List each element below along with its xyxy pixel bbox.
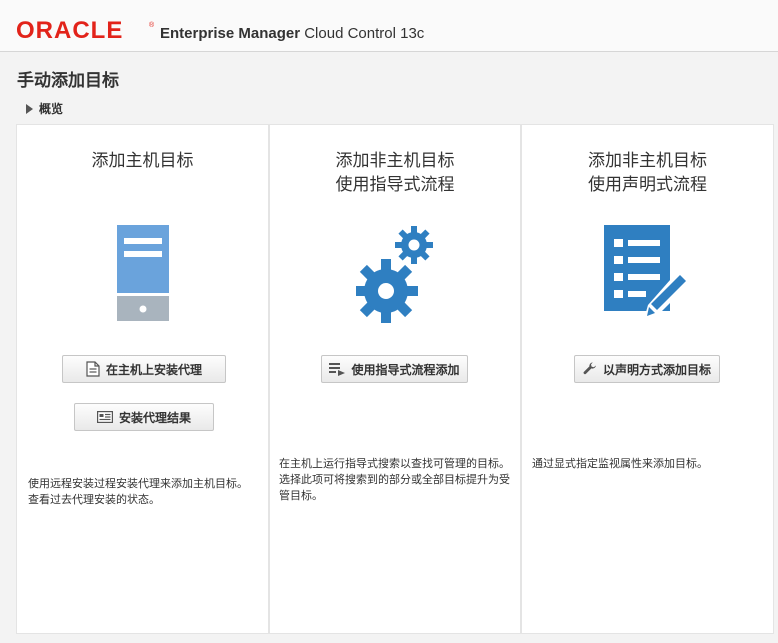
disclosure-triangle-icon	[26, 103, 33, 114]
declarative-add-label: 以声明方式添加目标	[602, 362, 711, 377]
panel-title-line1: 添加非主机目标	[335, 151, 455, 171]
svg-text:®: ®	[149, 21, 155, 29]
agent-results-button[interactable]: 安装代理结果	[74, 403, 214, 431]
declarative-add-button[interactable]: 以声明方式添加目标	[574, 355, 720, 383]
panel-description: 在主机上运行指导式搜索以查找可管理的目标。选择此项可将搜索到的部分或全部目标提升…	[279, 457, 510, 502]
page-title: 手动添加目标	[17, 71, 119, 91]
panel-title-line2: 使用指导式流程	[335, 175, 455, 195]
guided-add-label: 使用指导式流程添加	[351, 362, 460, 377]
panel-title-line2: 使用声明式流程	[588, 175, 707, 195]
wrench-icon	[583, 362, 596, 375]
product-name: Enterprise Manager	[160, 25, 301, 42]
panel-title: 添加非主机目标 使用声明式流程	[522, 149, 773, 197]
panel-description: 使用远程安装过程安装代理来添加主机目标。查看过去代理安装的状态。	[28, 477, 248, 506]
checklist-pencil-icon	[604, 225, 690, 319]
agent-results-label: 安装代理结果	[118, 410, 191, 425]
document-add-icon	[86, 361, 100, 377]
panel-add-host-target: 添加主机目标 在主机上安装代理 安装代理结果 使用远程安装过程安装代理来添加主机…	[17, 125, 268, 633]
panel-add-nonhost-declarative: 添加非主机目标 使用声明式流程 以声明方式添加目标 通过显式指定监视属性来添加目…	[522, 125, 773, 633]
app-header: ORACLE ® Enterprise Manager Cloud Contro…	[0, 0, 778, 52]
install-agent-label: 在主机上安装代理	[105, 362, 202, 377]
overview-toggle[interactable]: 概览	[26, 100, 63, 117]
oracle-logo: ORACLE ®	[16, 18, 155, 42]
panel-title-line1: 添加主机目标	[91, 151, 194, 171]
results-icon	[96, 411, 113, 423]
product-title: Enterprise Manager Cloud Control 13c	[160, 25, 424, 42]
server-icon	[117, 225, 169, 321]
brand-text: ORACLE	[16, 18, 123, 42]
panel-title: 添加非主机目标 使用指导式流程	[270, 149, 520, 197]
gears-icon	[356, 226, 433, 323]
overview-label: 概览	[39, 102, 64, 116]
panel-title: 添加主机目标	[17, 149, 268, 173]
panel-add-nonhost-guided: 添加非主机目标 使用指导式流程 使用指导式流程添加 在主机上运行指导式搜索以查找…	[270, 125, 520, 633]
product-suffix: Cloud Control 13c	[304, 25, 425, 42]
panel-container: 添加主机目标 在主机上安装代理 安装代理结果 使用远程安装过程安装代理来添加主机…	[16, 124, 774, 634]
install-agent-button[interactable]: 在主机上安装代理	[62, 355, 226, 383]
panel-title-line1: 添加非主机目标	[588, 151, 707, 171]
guided-add-button[interactable]: 使用指导式流程添加	[321, 355, 468, 383]
guided-list-icon	[329, 363, 346, 376]
panel-description: 通过显式指定监视属性来添加目标。	[532, 457, 708, 470]
